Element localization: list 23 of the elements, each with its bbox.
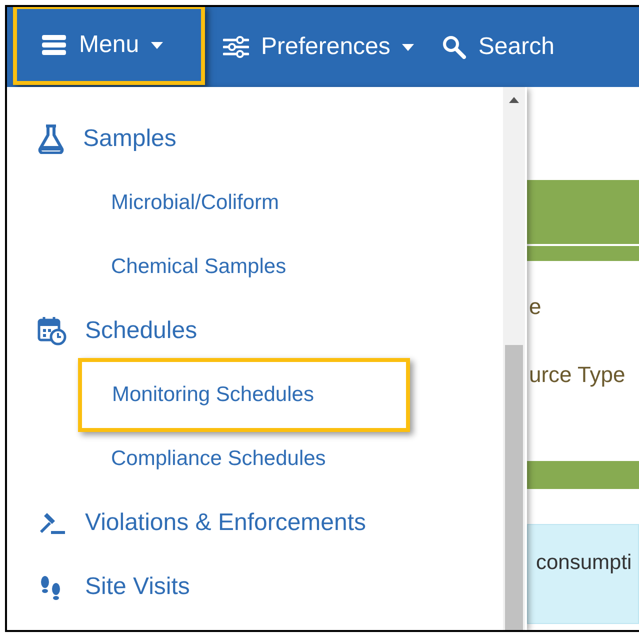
info-text: consumpti	[536, 550, 633, 576]
menu-item[interactable]: Samples	[37, 121, 176, 157]
sliders-icon	[223, 36, 249, 58]
menu-item[interactable]: Site Visits	[37, 569, 190, 605]
caret-icon	[151, 42, 164, 48]
submenu-item[interactable]: Chemical Samples	[111, 251, 286, 283]
scroll-up-icon[interactable]	[509, 97, 519, 103]
caret-icon	[402, 44, 414, 50]
search-icon	[442, 35, 466, 59]
dropdown-button[interactable]: Preferences	[209, 7, 428, 87]
scrollbar[interactable]	[503, 87, 525, 630]
submenu-item[interactable]: Microbial/Coliform	[111, 187, 280, 219]
submenu-item[interactable]: Monitoring Schedules	[78, 358, 410, 432]
menu-item[interactable]: Schedules	[37, 313, 198, 349]
menu-item[interactable]: Violations & Enforcements	[37, 505, 366, 541]
calendar-clock-icon	[37, 316, 67, 346]
field-label: e	[528, 292, 542, 320]
scrollbar-thumb[interactable]	[505, 345, 523, 630]
menu-icon	[41, 34, 67, 56]
search-button[interactable]: Search	[428, 7, 568, 87]
submenu-item[interactable]: Compliance Schedules	[111, 443, 326, 475]
flask-icon	[37, 124, 65, 154]
field-label: urce Type	[528, 361, 626, 389]
